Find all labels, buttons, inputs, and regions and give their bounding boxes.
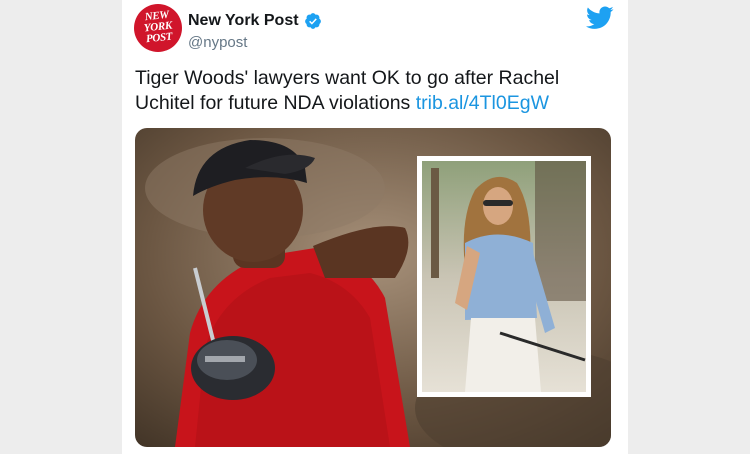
tweet-text: Tiger Woods' lawyers want OK to go after… <box>135 66 605 116</box>
author-row: New York Post <box>188 10 322 32</box>
avatar-logo-text: NEW YORK POST <box>143 8 173 46</box>
profile-avatar[interactable]: NEW YORK POST <box>134 4 182 52</box>
verified-badge-icon <box>304 13 321 29</box>
media-photo-collage <box>135 128 611 447</box>
tweet-link[interactable]: trib.al/4Tl0EgW <box>416 92 549 114</box>
tweet-media-image[interactable] <box>135 128 611 447</box>
twitter-bird-icon[interactable] <box>586 6 614 30</box>
tweet-card: NEW YORK POST New York Post @nypost Tige… <box>122 0 628 454</box>
author-name[interactable]: New York Post <box>188 12 299 30</box>
author-handle[interactable]: @nypost <box>188 34 247 51</box>
